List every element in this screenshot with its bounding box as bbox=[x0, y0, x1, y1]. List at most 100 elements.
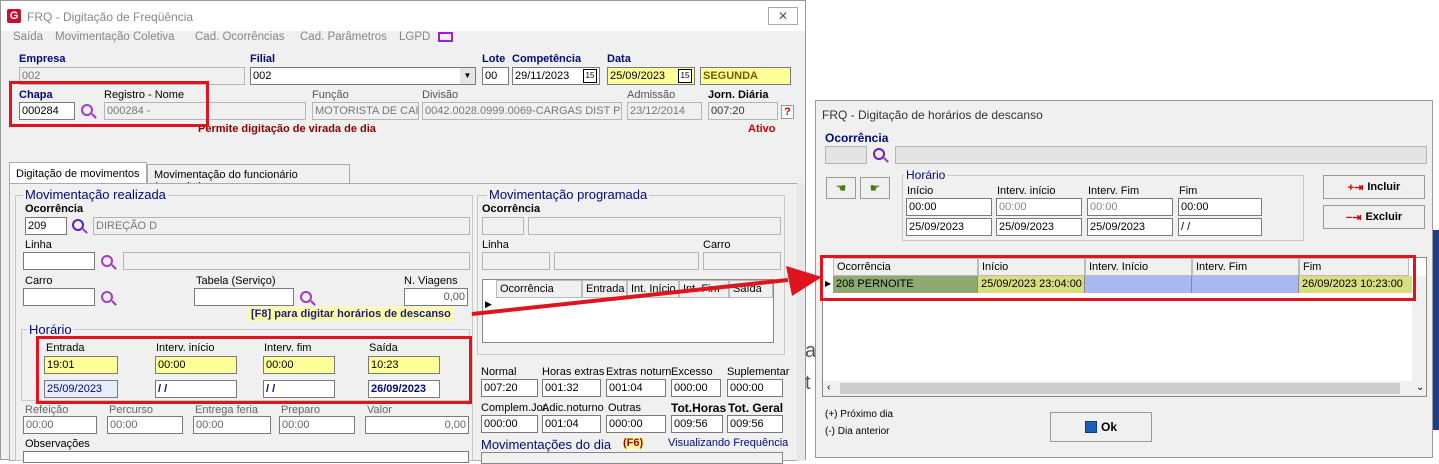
ocorrencia-desc: DIREÇÃO D bbox=[93, 217, 470, 235]
ocorrencia-label: Ocorrência bbox=[25, 203, 84, 215]
linha-input[interactable] bbox=[23, 252, 95, 270]
observacoes-input[interactable] bbox=[23, 451, 469, 463]
dialog-fim-input[interactable]: 00:00 bbox=[1178, 198, 1262, 216]
realizada-title: Movimentação realizada bbox=[23, 187, 168, 202]
ok-button[interactable]: Ok bbox=[1050, 412, 1152, 442]
ocorrencia-code-input[interactable]: 209 bbox=[25, 217, 67, 235]
tab-digitacao[interactable]: Digitação de movimentos bbox=[9, 162, 147, 184]
dia-anterior-hint: (-) Dia anterior bbox=[825, 426, 890, 437]
jornada-input: 007:20 bbox=[708, 102, 778, 120]
competencia-label: Competência bbox=[512, 53, 582, 65]
main-window: G FRQ - Digitação de Freqüência ✕ Saída … bbox=[0, 0, 806, 464]
remove-row-icon: −⇥ bbox=[1345, 211, 1362, 224]
suplementar-label: Suplementar bbox=[727, 366, 790, 378]
weekday-display: SEGUNDA bbox=[700, 67, 791, 85]
dialog-title: FRQ - Digitação de horários de descanso bbox=[822, 108, 1043, 122]
funcao-input: MOTORISTA DE CAI bbox=[312, 102, 419, 120]
percurso-input[interactable]: 00:00 bbox=[107, 416, 183, 434]
data-calendar-icon[interactable]: 15 bbox=[678, 69, 692, 83]
entrega-label: Entrega feria bbox=[195, 404, 258, 416]
dialog-titlebar: FRQ - Digitação de horários de descanso bbox=[816, 101, 1432, 127]
hand-left-icon: ☚ bbox=[835, 181, 847, 195]
mov-dia-grid bbox=[481, 452, 783, 464]
dialog-int-ini-input[interactable]: 00:00 bbox=[996, 198, 1082, 216]
filial-select[interactable]: 002 bbox=[250, 67, 476, 85]
carro-search-icon[interactable] bbox=[101, 291, 113, 306]
filial-dropdown-icon[interactable]: ▼ bbox=[460, 68, 475, 84]
menu-bar: Saída Movimentação Coletiva Cad. Ocorrên… bbox=[1, 31, 805, 47]
menu-saida[interactable]: Saída bbox=[13, 31, 43, 43]
adic-value: 001:04 bbox=[542, 415, 601, 433]
extras-value: 001:32 bbox=[542, 379, 601, 397]
help-button[interactable]: ? bbox=[781, 105, 794, 119]
scroll-thumb[interactable] bbox=[840, 383, 1400, 394]
horario-highlight-box bbox=[36, 336, 472, 404]
excluir-button[interactable]: −⇥ Excluir bbox=[1323, 205, 1425, 229]
status-badge: Ativo bbox=[748, 123, 776, 135]
dialog-ocorrencia-code[interactable] bbox=[825, 146, 867, 164]
prog-ocorrencia-label: Ocorrência bbox=[482, 203, 541, 215]
prog-ocorrencia-code bbox=[482, 217, 524, 235]
menu-cad-ocorrencias[interactable]: Cad. Ocorrências bbox=[195, 31, 284, 43]
grid-highlight-box bbox=[820, 255, 1416, 301]
dialog-int-fim-input[interactable]: 00:00 bbox=[1087, 198, 1173, 216]
close-button[interactable]: ✕ bbox=[768, 7, 798, 25]
dialog-horario-title: Horário bbox=[904, 168, 948, 182]
dialog-int-fim-label: Interv. Fim bbox=[1088, 185, 1140, 197]
divisao-input: 0042.0028.0999.0069-CARGAS DIST P bbox=[422, 102, 622, 120]
scroll-left-icon[interactable]: ‹ bbox=[827, 382, 830, 393]
excluir-label: Excluir bbox=[1365, 211, 1403, 223]
nav-next-button[interactable]: ☛ bbox=[860, 177, 890, 199]
preparo-input[interactable]: 00:00 bbox=[279, 416, 355, 434]
filial-label: Filial bbox=[250, 53, 276, 65]
percurso-label: Percurso bbox=[109, 404, 154, 416]
linha-search-icon[interactable] bbox=[101, 255, 113, 270]
dialog-ocorrencia-label: Ocorrência bbox=[825, 131, 889, 145]
dialog-inicio-input[interactable]: 00:00 bbox=[906, 198, 992, 216]
menu-movimentacao-coletiva[interactable]: Movimentação Coletiva bbox=[55, 31, 175, 43]
dialog-inicio-date[interactable]: 25/09/2023 bbox=[906, 218, 992, 236]
tot-horas-value: 009:56 bbox=[671, 415, 723, 433]
menu-cad-parametros[interactable]: Cad. Parâmetros bbox=[300, 31, 387, 43]
background-right-strip bbox=[1432, 230, 1439, 430]
observacoes-label: Observações bbox=[25, 438, 90, 450]
empresa-label: Empresa bbox=[19, 53, 66, 65]
carro-input[interactable] bbox=[23, 288, 95, 306]
entrega-input[interactable]: 00:00 bbox=[193, 416, 271, 434]
incluir-button[interactable]: +⇥ Incluir bbox=[1323, 175, 1425, 199]
monitor-icon[interactable] bbox=[438, 32, 453, 42]
menu-lgpd[interactable]: LGPD bbox=[399, 31, 430, 43]
horario-title: Horário bbox=[27, 322, 74, 337]
tabela-label: Tabela (Serviço) bbox=[196, 275, 276, 287]
hand-right-icon: ☛ bbox=[869, 181, 881, 195]
viagens-input[interactable]: 0,00 bbox=[404, 288, 468, 306]
jornada-label: Jorn. Diária bbox=[708, 89, 769, 101]
dialog-int-ini-date[interactable]: 25/09/2023 bbox=[996, 218, 1082, 236]
add-row-icon: +⇥ bbox=[1347, 181, 1364, 194]
scroll-down-icon[interactable]: ⌄ bbox=[1416, 382, 1424, 393]
ocorrencia-search-icon[interactable] bbox=[72, 219, 84, 234]
admissao-input: 23/12/2014 bbox=[627, 102, 702, 120]
tot-geral-label: Tot. Geral bbox=[728, 401, 784, 415]
dialog-ocorrencia-search-icon[interactable] bbox=[873, 148, 885, 163]
noturn-value: 001:04 bbox=[606, 379, 666, 397]
refeicao-input[interactable]: 00:00 bbox=[23, 416, 97, 434]
save-icon bbox=[1084, 421, 1097, 433]
dialog-fim-date[interactable]: / / bbox=[1178, 218, 1262, 236]
mov-dia-title: Movimentações do dia bbox=[481, 437, 612, 452]
virada-message: Permite digitação de virada de dia bbox=[198, 123, 376, 135]
dialog-fim-label: Fim bbox=[1179, 185, 1198, 197]
linha-label: Linha bbox=[25, 239, 52, 251]
nav-prev-button[interactable]: ☚ bbox=[826, 177, 856, 199]
adic-label: Adic.noturno bbox=[542, 402, 604, 414]
lote-input[interactable]: 00 bbox=[482, 67, 509, 85]
dialog-int-fim-date[interactable]: 25/09/2023 bbox=[1087, 218, 1173, 236]
tabela-input[interactable] bbox=[194, 288, 294, 306]
tabela-search-icon[interactable] bbox=[300, 291, 312, 306]
tab-consulta[interactable]: Movimentação do funcionário (consulta) bbox=[147, 164, 350, 193]
background-glyph-t: t bbox=[805, 372, 811, 394]
competencia-calendar-icon[interactable]: 15 bbox=[583, 69, 597, 83]
extras-label: Horas extras bbox=[542, 366, 605, 378]
valor-input[interactable]: 0,00 bbox=[365, 416, 469, 434]
ok-label: Ok bbox=[1100, 420, 1117, 434]
